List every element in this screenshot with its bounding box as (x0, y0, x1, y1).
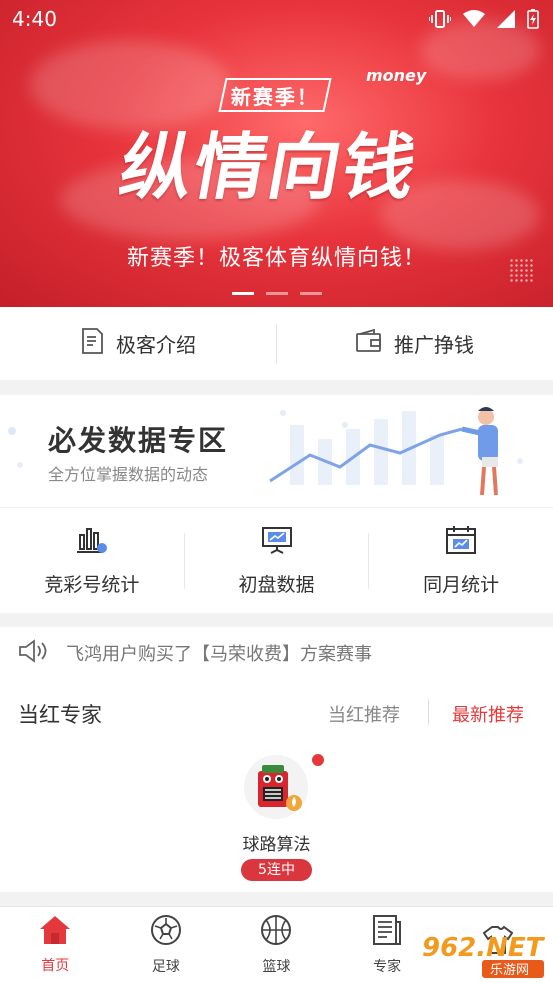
presentation-chart-icon (260, 525, 294, 560)
monthly-stats-label: 同月统计 (423, 573, 500, 596)
divider (428, 699, 429, 725)
vibrate-icon (428, 9, 452, 33)
watermark-logo: 962.NET 乐游网 (412, 928, 552, 980)
expert-avatar[interactable] (244, 755, 308, 819)
nav-football[interactable]: 足球 (111, 907, 222, 983)
notice-bar[interactable]: 飞鸿用户购买了【马荣收费】方案赛事 (0, 627, 553, 679)
banner-money-text: money (366, 66, 427, 85)
battery-icon (527, 9, 539, 33)
data-zone-banner[interactable]: 必发数据专区 全方位掌握数据的动态 (0, 395, 553, 507)
document-icon (80, 328, 104, 359)
nav-home-label: 首页 (41, 958, 70, 974)
carousel-dot[interactable] (300, 292, 322, 295)
promo-banner[interactable]: 4:40 新赛季！ money 纵情向钱 新赛季！极客体育纵情向钱！ (0, 0, 553, 307)
dot-grid-decoration (509, 258, 535, 284)
experts-section: 当红专家 当红推荐 最新推荐 球路算法 5连中 (0, 679, 553, 892)
home-icon (39, 915, 71, 949)
carousel-indicator (232, 292, 322, 295)
basketball-icon (260, 914, 292, 950)
win-streak-badge: 5连中 (241, 859, 312, 881)
signal-icon (497, 10, 515, 32)
nav-football-label: 足球 (151, 959, 180, 975)
banner-tag: 新赛季！ (218, 78, 332, 112)
opening-odds-button[interactable]: 初盘数据 (185, 525, 369, 597)
soccer-ball-icon (150, 914, 182, 950)
nav-basketball-label: 篮球 (262, 959, 291, 975)
intro-about-button[interactable]: 极客介绍 (0, 328, 276, 359)
expert-name[interactable]: 球路算法 (0, 830, 553, 855)
intro-promote-label: 推广挣钱 (394, 333, 474, 357)
wifi-icon (463, 10, 485, 32)
watermark-sub: 乐游网 (490, 963, 529, 978)
intro-row: 极客介绍 推广挣钱 (0, 307, 553, 380)
status-bar: 4:40 (0, 0, 553, 38)
nav-basketball[interactable]: 篮球 (221, 907, 332, 983)
status-time: 4:40 (12, 7, 57, 31)
speaker-icon (18, 638, 48, 668)
data-zone-subtitle: 全方位掌握数据的动态 (48, 465, 209, 484)
intro-about-label: 极客介绍 (116, 333, 196, 357)
tab-hot-recommend[interactable]: 当红推荐 (328, 701, 400, 727)
intro-promote-button[interactable]: 推广挣钱 (277, 328, 553, 358)
article-icon (372, 914, 402, 950)
wallet-icon (356, 328, 382, 358)
monthly-stats-button[interactable]: 同月统计 (369, 525, 553, 597)
lottery-stats-button[interactable]: 竞彩号统计 (0, 525, 184, 597)
banner-subtitle: 新赛季！极客体育纵情向钱！ (126, 246, 426, 271)
watermark-text: 962.NET (422, 933, 546, 963)
banner-title: 纵情向钱 (113, 125, 425, 209)
unread-dot (312, 754, 324, 766)
data-zone-title: 必发数据专区 (48, 424, 229, 457)
carousel-dot[interactable] (266, 292, 288, 295)
bar-chart-icon (75, 525, 109, 560)
carousel-dot[interactable] (232, 292, 254, 295)
lottery-stats-label: 竞彩号统计 (44, 573, 140, 596)
calendar-chart-icon (444, 525, 478, 560)
experts-title: 当红专家 (18, 703, 102, 727)
opening-odds-label: 初盘数据 (238, 573, 315, 596)
nav-home[interactable]: 首页 (0, 907, 111, 983)
tab-latest-recommend[interactable]: 最新推荐 (452, 701, 524, 727)
nav-expert-label: 专家 (373, 959, 402, 975)
stats-row: 竞彩号统计 初盘数据 同月统计 (0, 508, 553, 613)
notice-text: 飞鸿用户购买了【马荣收费】方案赛事 (66, 644, 372, 665)
